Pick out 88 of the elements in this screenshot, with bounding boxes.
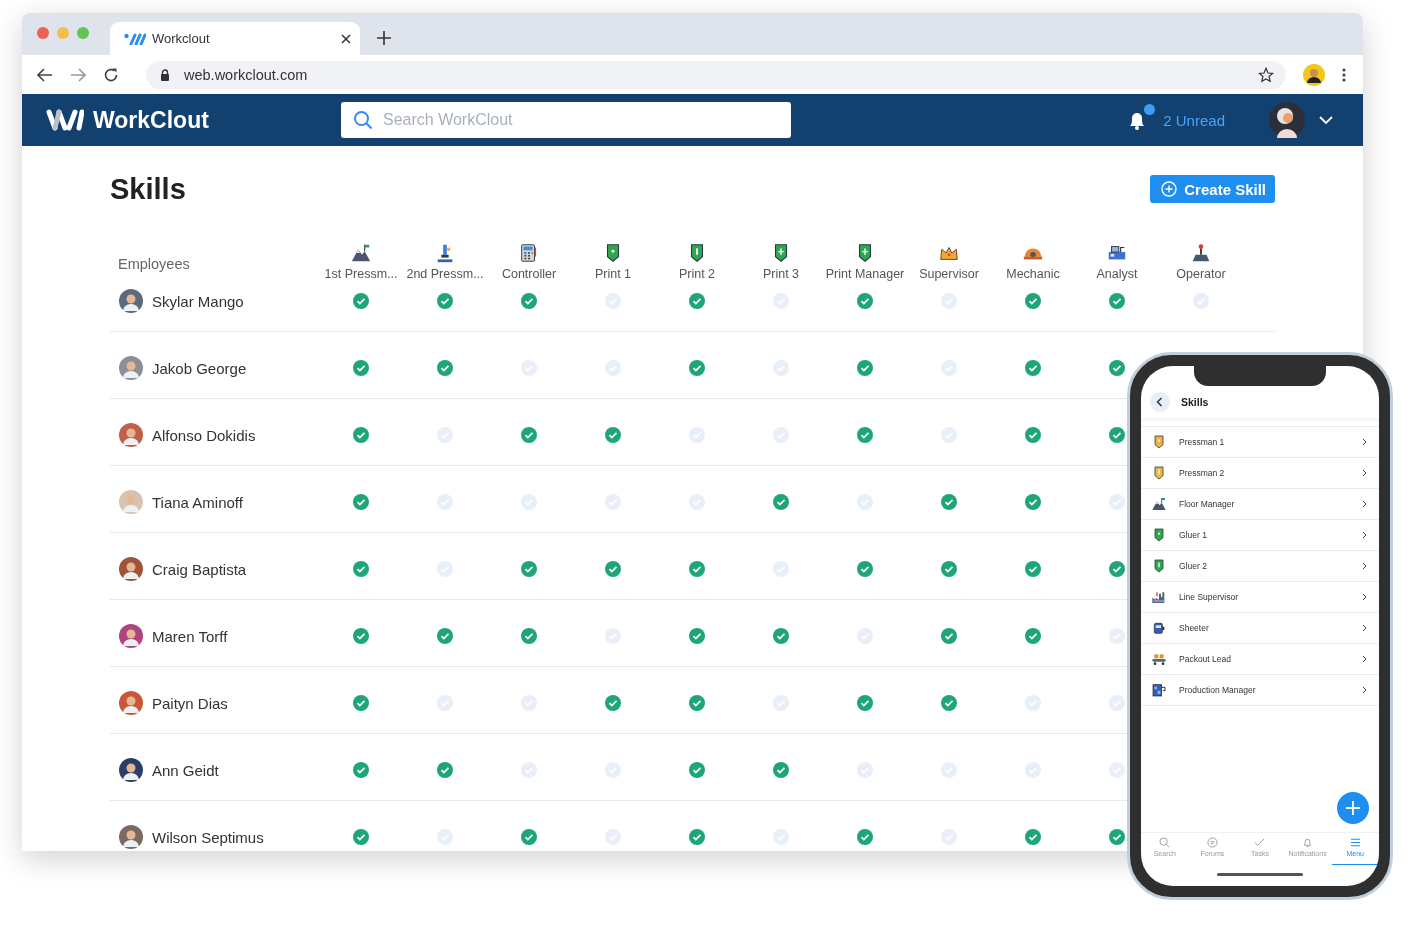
avatar (119, 624, 143, 648)
avatar (119, 289, 143, 313)
robot-icon (1151, 620, 1167, 636)
skill-list-item[interactable]: Sheeter (1141, 613, 1379, 644)
skill-list-item[interactable]: Line Supervisor (1141, 582, 1379, 613)
unread-link[interactable]: 2 Unread (1163, 111, 1225, 129)
shield-icon (1151, 558, 1167, 574)
brand-name: WorkClout (93, 106, 209, 134)
chevron-right-icon (1362, 655, 1367, 663)
shield-icon (1151, 434, 1167, 450)
column-heading: Controller (501, 267, 557, 281)
skill-list-item[interactable]: Pressman 1 (1141, 427, 1379, 458)
search-icon (1159, 837, 1171, 848)
more-icon[interactable] (1342, 67, 1346, 82)
column-heading: Analyst (1096, 267, 1138, 281)
employee-name: Maren Torff (152, 627, 228, 645)
skill-list-item[interactable]: Pressman 2 (1141, 458, 1379, 489)
employee-name: Skylar Mango (152, 292, 244, 310)
skill-list-item[interactable]: Floor Manager (1141, 489, 1379, 520)
skill-list-item[interactable]: Production Manager (1141, 675, 1379, 706)
avatar (119, 825, 143, 849)
logo-icon (124, 32, 146, 45)
mountain-flag-icon (350, 242, 372, 264)
chevron-right-icon (1362, 531, 1367, 539)
back-arrow-icon[interactable] (37, 67, 53, 82)
avatar (119, 557, 143, 581)
column-heading: Print 2 (678, 267, 716, 281)
add-button[interactable] (1337, 792, 1369, 824)
chat-icon (1206, 837, 1218, 848)
chevron-right-icon (1362, 438, 1367, 446)
skill-list-item[interactable]: Gluer 1 (1141, 520, 1379, 551)
factory-icon (1151, 589, 1167, 605)
chevron-right-icon (1362, 624, 1367, 632)
lock-icon (160, 68, 170, 81)
screen-title: Skills (1181, 396, 1209, 410)
chevron-right-icon (1362, 469, 1367, 477)
avatar (119, 356, 143, 380)
avatar (119, 423, 143, 447)
search-field[interactable]: Search WorkClout (341, 102, 791, 138)
logo-icon (46, 109, 84, 131)
forward-arrow-icon[interactable] (70, 67, 86, 82)
employee-name: Ann Geidt (152, 761, 219, 779)
avatar (119, 691, 143, 715)
reload-icon[interactable] (103, 66, 119, 83)
employee-name: Craig Baptista (152, 560, 247, 578)
column-heading: Operator (1176, 267, 1226, 281)
machine-icon (1151, 682, 1167, 698)
profile-avatar[interactable] (1303, 63, 1325, 86)
bell-icon (1302, 837, 1314, 848)
chevron-right-icon (1362, 500, 1367, 508)
chevron-right-icon (1362, 593, 1367, 601)
shield-icon (1151, 465, 1167, 481)
avatar (119, 758, 143, 782)
joystick-icon (1190, 242, 1212, 264)
employee-name: Tiana Aminoff (152, 493, 243, 511)
column-heading: Employees (117, 255, 191, 272)
close-icon[interactable] (341, 33, 351, 44)
chevron-right-icon (1362, 562, 1367, 570)
chevron-down-icon[interactable] (1319, 116, 1333, 124)
column-heading: 1st Pressm... (324, 267, 398, 281)
column-heading: Supervisor (919, 267, 979, 281)
menu-icon (1349, 837, 1361, 848)
column-heading: 2nd Pressm... (406, 267, 484, 281)
column-heading: Print 3 (762, 267, 800, 281)
employee-name: Alfonso Dokidis (152, 426, 256, 444)
address-bar[interactable]: web.workclout.com (146, 60, 1286, 89)
employee-name: Paityn Dias (152, 694, 228, 712)
close-window-icon[interactable] (37, 27, 49, 39)
page-title: Skills (110, 172, 186, 206)
conveyor-icon (1151, 651, 1167, 667)
mountain-flag-icon (1151, 496, 1167, 512)
column-heading: Print Manager (825, 267, 905, 281)
plus-circle-icon (1161, 181, 1178, 197)
star-icon[interactable] (1258, 66, 1274, 83)
employee-name: Wilson Septimus (152, 828, 264, 846)
chevron-right-icon (1362, 686, 1367, 694)
new-tab-icon[interactable] (377, 31, 391, 45)
skill-list-item[interactable]: Gluer 2 (1141, 551, 1379, 582)
back-button[interactable] (1150, 392, 1170, 412)
shield-icon (1151, 527, 1167, 543)
column-heading: Mechanic (1006, 267, 1060, 281)
employee-name: Jakob George (152, 359, 247, 377)
user-avatar[interactable] (1269, 102, 1305, 138)
check-icon (1254, 837, 1266, 848)
avatar (119, 490, 143, 514)
column-heading: Print 1 (594, 267, 632, 281)
browser-tab[interactable]: Workclout (110, 22, 360, 55)
skill-list-item[interactable]: Packout Lead (1141, 644, 1379, 675)
